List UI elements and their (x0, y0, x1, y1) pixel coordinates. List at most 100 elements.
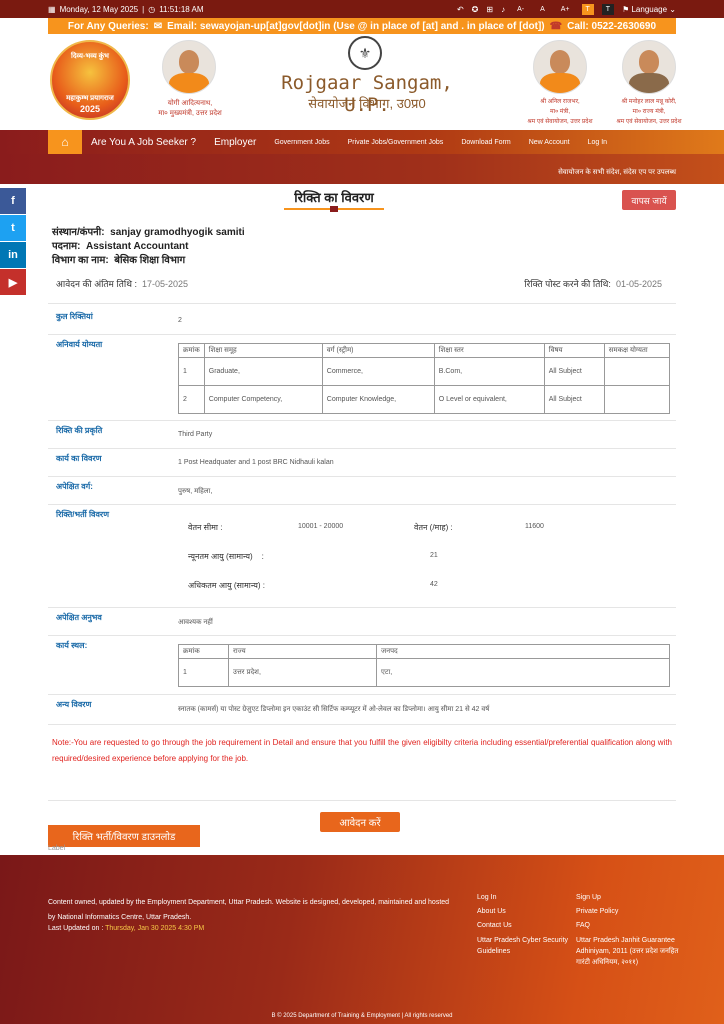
work-label: कार्य का विवरण (56, 454, 102, 463)
theme-light-button[interactable]: T (581, 3, 594, 15)
accessibility-icon[interactable]: ✪ (472, 5, 479, 14)
table-header-row: क्रमांक राज्य जनपद (178, 644, 670, 659)
chevron-down-icon: ⌄ (669, 4, 676, 14)
last-updated: Last Updated on : Thursday, Jan 30 2025 … (48, 925, 205, 932)
post-date-value: 01-05-2025 (615, 279, 662, 289)
chief-minister-photo (162, 40, 216, 94)
nav-new-account[interactable]: New Account (520, 139, 579, 146)
youtube-icon[interactable]: ▶ (0, 269, 26, 295)
nav-download-form[interactable]: Download Form (452, 139, 519, 146)
clock-icon: ◷ (148, 4, 156, 14)
experience-label: अपेक्षित अनुभव (56, 613, 102, 622)
footer-link-privacy[interactable]: Private Policy (576, 905, 680, 919)
apply-button[interactable]: आवेदन करें (320, 812, 400, 832)
page-title: रिक्ति का विवरण (294, 190, 374, 205)
home-icon[interactable]: ⌂ (48, 130, 82, 154)
table-row: 1 उत्तर प्रदेश, एटा, (178, 658, 670, 687)
salary-range-value: 10001 - 20000 (298, 523, 344, 530)
current-date: Monday, 12 May 2025 (59, 4, 139, 14)
speaker-icon[interactable]: ♪ (501, 5, 505, 14)
brand-subtitle: सेवायोजन विभाग, उ0प्र0 (308, 96, 426, 111)
nav-private-jobs[interactable]: Private Jobs/Government Jobs (339, 139, 453, 146)
divider (48, 694, 676, 695)
other-detail-value: स्नातक (कामर्स) या पोस्ट ग्रेजुएट डिप्लो… (178, 706, 490, 713)
nav-government-jobs[interactable]: Government Jobs (265, 139, 338, 146)
state-minister-caption: श्री मनोहर लाल मन्नू कोरी, मा० राज्य मंत… (616, 99, 682, 125)
font-increase-button[interactable]: A+ (557, 4, 574, 15)
divider (48, 504, 676, 505)
divider (48, 448, 676, 449)
footer-link-contact[interactable]: Contact Us (477, 919, 572, 933)
footer-links-col2: Sign Up Private Policy FAQ Uttar Pradesh… (576, 891, 680, 968)
salary-range-label: वेतन सीमा : (188, 523, 223, 532)
divider (48, 303, 676, 304)
divider (48, 420, 676, 421)
other-detail-label: अन्य विवरण (56, 700, 92, 709)
eligibility-note: Note:-You are requested to go through th… (52, 738, 672, 763)
footer-text: Content owned, updated by the Employment… (48, 899, 450, 921)
qualification-table: क्रमांक शिक्षा समूह वर्ग (स्ट्रीम) शिक्ष… (178, 343, 671, 414)
salary-month-value: 11600 (525, 523, 544, 530)
main-nav: ⌂ Are You A Job Seeker ? Employer Govern… (0, 130, 724, 154)
divider (48, 607, 676, 608)
theme-dark-button[interactable]: T (601, 3, 615, 15)
divider (48, 476, 676, 477)
font-normal-button[interactable]: A (536, 4, 549, 15)
nature-value: Third Party (178, 431, 213, 438)
footer-link-about[interactable]: About Us (477, 905, 572, 919)
download-details-button[interactable]: रिक्ति भर्ती/विवरण डाउनलोड (48, 825, 200, 847)
divider (48, 635, 676, 636)
divider (48, 724, 676, 725)
category-label: अपेक्षित वर्ग: (56, 482, 93, 491)
back-button[interactable]: वापस जायें (622, 190, 676, 210)
mail-icon: ✉ (153, 20, 163, 32)
table-header-row: क्रमांक शिक्षा समूह वर्ग (स्ट्रीम) शिक्ष… (178, 343, 671, 358)
footer-link-janhit[interactable]: Uttar Pradesh Janhit Guarantee Adhiniyam… (576, 935, 680, 968)
nav-job-seeker[interactable]: Are You A Job Seeker ? (82, 137, 205, 148)
nature-label: रिक्ति की प्रकृति (56, 426, 103, 435)
font-decrease-button[interactable]: A- (513, 4, 528, 15)
current-time: 11:51:18 AM (159, 4, 204, 14)
max-age-label: अधिकतम आयु (सामान्य) : (188, 581, 265, 590)
up-emblem-icon: ⚜ (348, 36, 382, 70)
work-value: 1 Post Headquater and 1 post BRC Nidhaul… (178, 459, 334, 466)
post-line: पदनाम: Assistant Accountant (52, 241, 189, 252)
nav-employer[interactable]: Employer (205, 137, 265, 148)
footer-link-login[interactable]: Log In (477, 891, 572, 905)
vacancy-detail-label: रिक्ति/भर्ती विवरण (56, 510, 109, 519)
divider (48, 800, 676, 801)
query-email: Email: sewayojan-up[at]gov[dot]in (Use @… (167, 20, 545, 32)
header: दिव्य-भव्य कुंभ महाकुम्भ प्रयागराज 2025 … (0, 34, 724, 130)
news-ticker[interactable]: सेवायोजन के सभी संदेश, संदेस एप पर उपलब्… (0, 154, 724, 184)
top-bar: ▦ Monday, 12 May 2025 | ◷ 11:51:18 AM ↶ … (0, 0, 724, 18)
footer-link-faq[interactable]: FAQ (576, 919, 680, 933)
kumbh-logo: दिव्य-भव्य कुंभ महाकुम्भ प्रयागराज 2025 (50, 40, 130, 120)
footer-link-cyber[interactable]: Uttar Pradesh Cyber Security Guidelines (477, 935, 572, 957)
experience-value: आवश्यक नहीं (178, 619, 213, 626)
title-underline-marker (330, 206, 338, 212)
calendar-icon: ▦ (48, 4, 56, 14)
state-minister-photo (622, 40, 676, 94)
sitemap-icon[interactable]: ⊞ (486, 5, 493, 14)
small-label: Label (48, 845, 66, 852)
last-date-label: आवेदन की अंतिम तिथि : (56, 279, 137, 289)
org-line: संस्थान/कंपनी: sanjay gramodhyogik samit… (52, 227, 245, 238)
divider (48, 334, 676, 335)
workplace-label: कार्य स्थल: (56, 641, 88, 650)
twitter-icon[interactable]: t (0, 215, 26, 241)
language-select[interactable]: ⚑ Language ⌄ (622, 5, 676, 14)
max-age-value: 42 (430, 581, 438, 588)
min-age-value: 21 (430, 552, 438, 559)
nav-login[interactable]: Log In (579, 139, 616, 146)
table-row: 2 Computer Competency, Computer Knowledg… (178, 385, 671, 414)
footer-link-signup[interactable]: Sign Up (576, 891, 680, 905)
footer: Content owned, updated by the Employment… (0, 855, 724, 1024)
back-arrow-icon[interactable]: ↶ (457, 5, 464, 14)
workplace-table: क्रमांक राज्य जनपद 1 उत्तर प्रदेश, एटा, (178, 644, 670, 687)
salary-month-label: वेतन (/माह) : (414, 523, 453, 532)
linkedin-icon[interactable]: in (0, 242, 26, 268)
facebook-icon[interactable]: f (0, 188, 26, 214)
footer-links-col1: Log In About Us Contact Us Uttar Pradesh… (477, 891, 572, 957)
total-vacancy-label: कुल रिक्तियां (56, 312, 93, 321)
dates-line: आवेदन की अंतिम तिथि : 17-05-2025 रिक्ति … (56, 277, 662, 290)
